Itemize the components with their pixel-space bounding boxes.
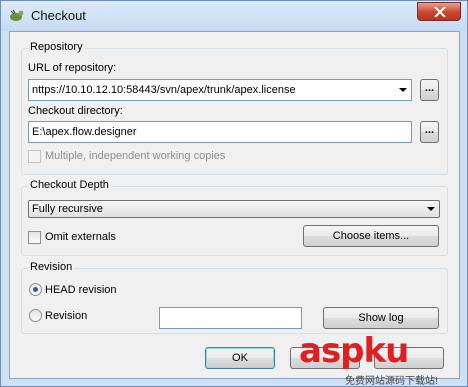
chevron-down-icon[interactable] [427,207,435,211]
omit-externals-label: Omit externals [45,231,116,243]
close-button[interactable] [417,2,461,21]
url-browse-button[interactable]: ... [420,79,439,101]
checkout-dialog: Checkout Repository URL of repository: n… [0,0,468,387]
aspku-watermark: aspku 免费网站源码下载站! [291,331,468,387]
omit-externals-checkbox[interactable] [28,231,41,244]
depth-dropdown[interactable]: Fully recursive [28,200,440,218]
choose-items-button[interactable]: Choose items... [303,225,439,247]
window-title: Checkout [31,8,86,23]
close-icon [434,7,446,17]
watermark-tagline: 免费网站源码下载站! [345,376,438,387]
url-label: URL of repository: [28,62,117,74]
repository-group-title: Repository [28,41,85,53]
multiple-working-copies-label: Multiple, independent working copies [45,150,226,162]
ok-button[interactable]: OK [205,347,275,369]
checkout-directory-input[interactable]: E:\apex.flow.designer [28,121,412,143]
revision-number-input[interactable] [159,307,302,329]
head-revision-label: HEAD revision [45,284,117,296]
url-combobox[interactable]: nttps://10.10.12.10:58443/svn/apex/trunk… [28,79,412,101]
dialog-body: Repository URL of repository: nttps://10… [9,31,460,379]
head-revision-radio[interactable] [29,283,42,296]
checkout-depth-group-title: Checkout Depth [28,179,111,191]
chevron-down-icon[interactable] [399,88,407,92]
watermark-brand: aspku [299,331,409,371]
revision-group-title: Revision [28,261,75,273]
title-bar[interactable]: Checkout [1,1,467,31]
checkout-directory-value: E:\apex.flow.designer [32,126,137,138]
specific-revision-label: Revision [45,310,88,322]
url-value: nttps://10.10.12.10:58443/svn/apex/trunk… [32,84,296,96]
depth-selected-value: Fully recursive [32,203,103,215]
directory-browse-button[interactable]: ... [420,121,439,143]
checkout-directory-label: Checkout directory: [28,105,123,117]
radio-selected-dot [33,287,38,292]
specific-revision-radio[interactable] [29,309,42,322]
multiple-working-copies-checkbox[interactable] [28,150,41,163]
tortoise-app-icon [10,9,24,21]
show-log-button[interactable]: Show log [323,307,439,329]
